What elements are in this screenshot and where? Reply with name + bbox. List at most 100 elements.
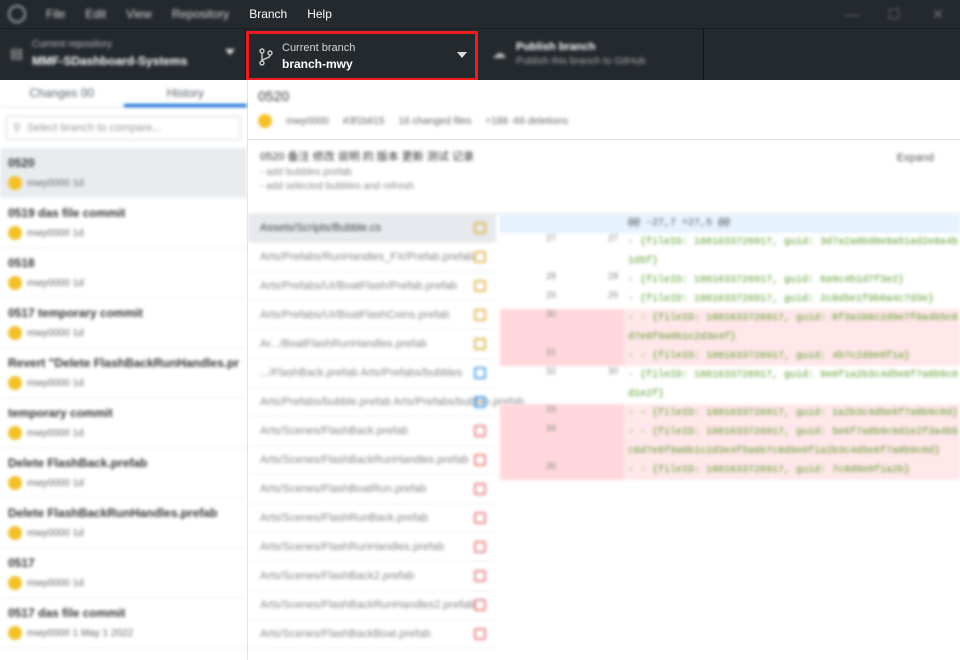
old-line-number: 30 [500, 309, 562, 347]
description-line: - add bubbles prefab [260, 167, 352, 178]
file-path: Arts/Scenes/FlashBack.prefab [260, 425, 408, 437]
maximize-icon[interactable]: ☐ [884, 4, 904, 24]
file-status-modified-icon [474, 338, 486, 350]
changed-file-item[interactable]: Arts/Prefabs/RunHandles_FX/Prefab.prefab [248, 243, 496, 272]
tab-changes[interactable]: Changes 00 [0, 80, 124, 107]
changed-files-list: Assets/Scripts/Bubble.cs Arts/Prefabs/Run… [248, 214, 524, 660]
menu-view[interactable]: View [126, 7, 152, 21]
tab-history[interactable]: History [123, 80, 247, 107]
menu-file[interactable]: File [46, 7, 65, 21]
commit-list-item[interactable]: Delete FlashBackRunHandles.prefab mwy0000… [0, 498, 247, 548]
new-line-number [562, 347, 624, 366]
file-path: Arts/Scenes/FlashRunHandles.prefab [260, 541, 445, 553]
avatar [8, 376, 22, 390]
commit-summary: temporary commit [8, 406, 113, 420]
description-line: - add selected bubbles and refresh [260, 181, 414, 192]
old-line-number: 31 [500, 347, 562, 366]
avatar [8, 176, 22, 190]
file-path: .../FlashBack.prefab Arts/Prefabs/bubble… [260, 367, 463, 379]
commit-header: 0520 mwy0000 #3f1b615 16 changed files +… [248, 80, 960, 140]
old-line-number: 35 [500, 461, 562, 480]
commit-details: 0520 mwy0000 #3f1b615 16 changed files +… [248, 80, 960, 660]
avatar [8, 626, 22, 640]
new-line-number [562, 214, 624, 233]
commit-list-item[interactable]: 0517 mwy0000 1d [0, 548, 247, 598]
diff-code: - - {fileID: 1881633726917, guid: 1a2b3c… [628, 408, 959, 419]
changed-file-item[interactable]: Arts/Scenes/FlashBackRunHandles.prefab [248, 446, 496, 475]
changed-file-item[interactable]: Arts/Prefabs/bubble.prefab Arts/Prefabs/… [248, 388, 524, 417]
commit-sha[interactable]: #3f1b615 [343, 116, 385, 127]
commit-meta: mwy0000 1d [27, 177, 84, 189]
branch-compare-input[interactable]: Select branch to compare... [6, 116, 241, 140]
additions-deletions: +188 -66 deletions [485, 115, 568, 127]
changed-file-item[interactable]: Arts/Scenes/FlashRunBack.prefab [248, 504, 496, 533]
diff-line: 30 - - {fileID: 1881633726917, guid: 8f3a… [500, 309, 960, 347]
changed-file-item[interactable]: Assets/Scripts/Bubble.cs [248, 214, 496, 243]
changed-file-item[interactable]: Arts/Scenes/FlashBack.prefab [248, 417, 496, 446]
avatar [8, 426, 22, 440]
commit-list-item[interactable]: temporary commit mwy0000 1d [0, 398, 247, 448]
diff-line: 34 - - {fileID: 1881633726917, guid: 5e6f… [500, 423, 960, 461]
file-path: Assets/Scripts/Bubble.cs [260, 222, 382, 234]
file-status-deleted-icon [474, 599, 486, 611]
commit-meta: mwy0000 1 May 1 2022 [27, 627, 134, 639]
file-path: Arts/Scenes/FlashRunBack.prefab [260, 512, 429, 524]
commit-list-item[interactable]: 0517 das file commit mwy0000 1 May 1 2022 [0, 598, 247, 648]
commit-summary: Delete FlashBack.prefab [8, 456, 148, 470]
commit-summary: 0517 das file commit [8, 606, 126, 620]
menu-edit[interactable]: Edit [85, 7, 106, 21]
diff-line: 27 27 - {fileID: 1881633726917, guid: 3d7… [500, 233, 960, 271]
changed-file-item[interactable]: Arts/Prefabs/UI/BoatFlash/Prefab.prefab [248, 272, 496, 301]
commit-list-item[interactable]: Delete FlashBack.prefab mwy0000 1d [0, 448, 247, 498]
publish-label: Publish branch [516, 41, 596, 53]
expand-button[interactable]: Expand [897, 152, 934, 164]
commit-meta: mwy0000 1d [27, 427, 84, 439]
diff-code: - {fileID: 1881633726917, guid: 3d7a2a8b… [628, 237, 959, 267]
diff-code: @@ -27,7 +27,5 @@ [628, 218, 731, 229]
file-path: Arts/Scenes/FlashBackBoat.prefab [260, 628, 431, 640]
avatar [8, 526, 22, 540]
commit-list-item[interactable]: 0518 mwy0000 1d [0, 248, 247, 298]
commit-list-item[interactable]: 0517 temporary commit mwy0000 1d [0, 298, 247, 348]
changed-file-item[interactable]: .../FlashBack.prefab Arts/Prefabs/bubble… [248, 359, 496, 388]
close-icon[interactable]: ✕ [928, 4, 948, 24]
commit-summary: 0519 das file commit [8, 206, 126, 220]
commit-list-item[interactable]: 0520 mwy0000 1d [0, 148, 247, 198]
file-path: Arts/Prefabs/UI/BoatFlash/Prefab.prefab [260, 280, 457, 292]
menu-branch[interactable]: Branch [249, 7, 287, 21]
current-branch-button[interactable]: Current branch branch-mwy [246, 31, 478, 81]
commit-title: 0520 [258, 88, 290, 104]
diff-code: - - {fileID: 1881633726917, guid: 7c8d9e… [628, 465, 911, 476]
file-status-deleted-icon [474, 454, 486, 466]
repo-icon: ▤ [10, 45, 24, 61]
avatar [258, 114, 272, 128]
commit-list-item[interactable]: Revert "Delete FlashBackRunHandles.prefa… [0, 348, 247, 398]
branch-label: Current branch [282, 42, 356, 54]
changed-file-item[interactable]: Arts/Scenes/FlashRunHandles.prefab [248, 533, 496, 562]
avatar [8, 276, 22, 290]
current-repository-button[interactable]: ▤ Current repository MMF-SDashboard-Syst… [0, 29, 246, 81]
new-line-number: 29 [607, 290, 618, 300]
file-path: Arts/Prefabs/UI/BoatFlashCoins.prefab [260, 309, 450, 321]
minimize-icon[interactable]: — [842, 4, 862, 24]
changed-file-item[interactable]: Arts/Scenes/FlashBack2.prefab [248, 562, 496, 591]
changed-file-item[interactable]: Ar.../BoatFlashRunHandles.prefab [248, 330, 496, 359]
changed-file-item[interactable]: Arts/Prefabs/UI/BoatFlashCoins.prefab [248, 301, 496, 330]
changed-file-item[interactable]: Arts/Scenes/FlashBoatRun.prefab [248, 475, 496, 504]
menu-help[interactable]: Help [307, 7, 332, 21]
avatar [8, 476, 22, 490]
publish-branch-button[interactable]: ☁ Publish branch Publish this branch to … [478, 29, 704, 81]
diff-code: - {fileID: 1881633726917, guid: 2c8d5e1f… [628, 294, 935, 305]
commit-list-item[interactable]: 0519 das file commit mwy0000 1d [0, 198, 247, 248]
new-line-number: 30 [607, 366, 618, 376]
new-line-number: 27 [607, 233, 618, 243]
file-status-deleted-icon [474, 541, 486, 553]
menu-repository[interactable]: Repository [172, 7, 229, 21]
file-status-deleted-icon [474, 483, 486, 495]
changed-file-item[interactable]: Arts/Scenes/FlashBackBoat.prefab [248, 620, 496, 649]
diff-line: 28 28 - {fileID: 1881633726917, guid: 6a9… [500, 271, 960, 290]
commit-summary: 0520 [8, 156, 35, 170]
diff-code: - - {fileID: 1881633726917, guid: 8f3a1b… [628, 313, 959, 343]
changed-file-item[interactable]: Arts/Scenes/FlashBackRunHandles2.prefab [248, 591, 496, 620]
commit-meta: mwy0000 1d [27, 277, 84, 289]
